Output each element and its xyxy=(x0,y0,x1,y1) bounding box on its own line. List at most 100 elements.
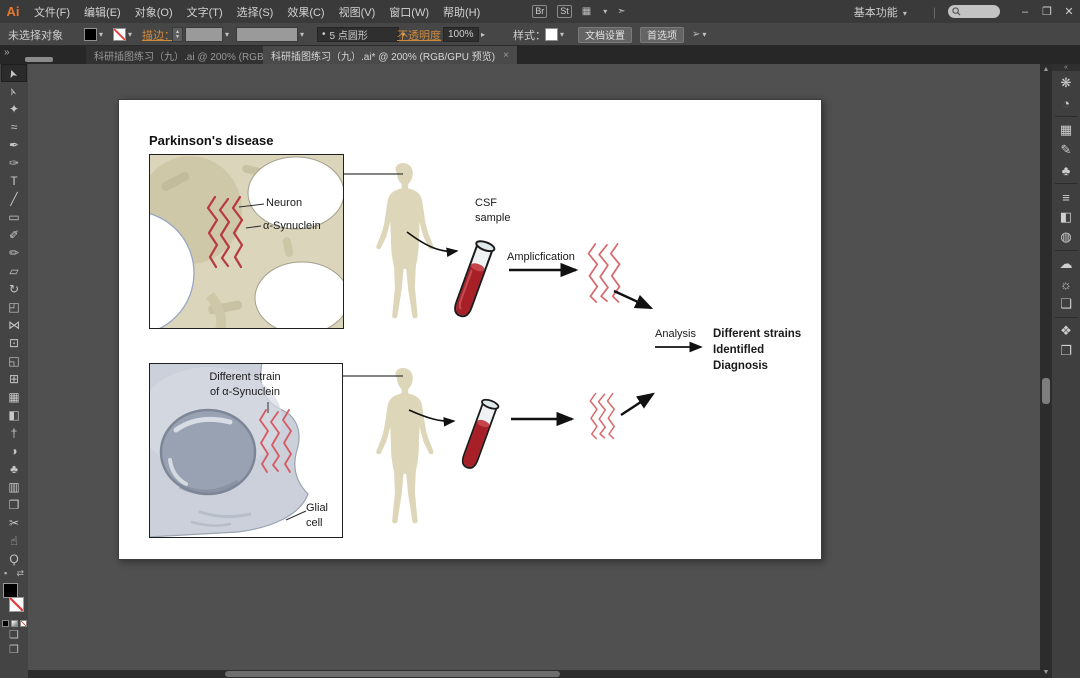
menu-item-5[interactable]: 效果(C) xyxy=(287,4,324,20)
document-tab-1[interactable]: 科研插图练习（九）.ai* @ 200% (RGB/GPU 预览) × xyxy=(263,46,518,64)
fill-indicator[interactable] xyxy=(3,583,18,598)
blend-tool[interactable]: ◑ xyxy=(1,442,27,460)
menu-item-1[interactable]: 编辑(E) xyxy=(84,4,121,20)
type-tool[interactable]: T xyxy=(1,172,27,190)
rectangle-tool[interactable]: ▭ xyxy=(1,208,27,226)
canvas[interactable]: Parkinson's disease Neuron α-Synuclein D… xyxy=(28,64,1040,678)
none-button[interactable] xyxy=(19,620,27,627)
opacity-link[interactable]: 不透明度 xyxy=(397,23,441,46)
swap-fill-stroke-icon[interactable]: ⇄ xyxy=(16,568,24,581)
illustrator-logo: Ai xyxy=(6,4,20,19)
lasso-tool[interactable]: ≈ xyxy=(1,118,27,136)
scroll-up-icon[interactable]: ▲ xyxy=(1040,66,1052,73)
stroke-link[interactable]: 描边： xyxy=(142,23,175,46)
shape-builder-tool[interactable]: ◱ xyxy=(1,352,27,370)
vertical-scrollbar[interactable]: ▲ ▼ xyxy=(1040,64,1052,678)
transparency-panel-icon[interactable]: ◍ xyxy=(1053,227,1079,247)
chevron-down-icon: ▾ xyxy=(560,30,565,39)
tab-overflow-icon[interactable]: » xyxy=(4,47,10,58)
fill-color-swatch[interactable]: ▾ xyxy=(84,23,103,46)
symbol-sprayer-tool[interactable]: ♣ xyxy=(1,460,27,478)
swatches-panel-icon[interactable]: ▦ xyxy=(1053,120,1079,140)
horizontal-scroll-thumb[interactable] xyxy=(225,671,560,677)
eyedropper-icon: † xyxy=(10,426,18,440)
workspace-switcher[interactable]: 基本功能 ▾ xyxy=(854,4,907,20)
color-panel-icon[interactable]: ❋ xyxy=(1053,73,1079,93)
artboard[interactable]: Parkinson's disease Neuron α-Synuclein D… xyxy=(118,99,822,560)
vertical-scroll-thumb[interactable] xyxy=(1042,378,1050,404)
gradient-panel-icon[interactable]: ◧ xyxy=(1053,207,1079,227)
close-button[interactable]: ✕ xyxy=(1058,5,1080,18)
minimize-button[interactable]: – xyxy=(1014,6,1036,18)
perspective-grid-tool[interactable]: ⊞ xyxy=(1,370,27,388)
width-tool[interactable]: ⋈ xyxy=(1,316,27,334)
eraser-tool[interactable]: ▱ xyxy=(1,262,27,280)
zoom-tool[interactable]: Ϙ xyxy=(1,550,27,568)
stroke-color-swatch[interactable]: ▾ xyxy=(113,23,132,46)
scale-tool[interactable]: ◰ xyxy=(1,298,27,316)
bridge-icon[interactable]: Br xyxy=(532,5,548,18)
restore-button[interactable]: ❐ xyxy=(1036,5,1058,18)
column-graph-tool[interactable]: ▥ xyxy=(1,478,27,496)
synuclein-fibrils xyxy=(589,392,615,440)
document-setup-button[interactable]: 文档设置 xyxy=(578,23,632,46)
brushes-panel-icon[interactable]: ✎ xyxy=(1053,140,1079,160)
gradient-tool[interactable]: ◧ xyxy=(1,406,27,424)
menu-item-0[interactable]: 文件(F) xyxy=(34,4,70,20)
draw-mode-button[interactable]: ❏ xyxy=(9,629,19,642)
menu-item-8[interactable]: 帮助(H) xyxy=(443,4,480,20)
gradient-button[interactable] xyxy=(10,620,18,627)
options-menu-icon[interactable]: ➢ ▾ xyxy=(692,23,706,46)
graphic-styles-panel-icon[interactable]: ❏ xyxy=(1053,294,1079,314)
menu-item-3[interactable]: 文字(T) xyxy=(187,4,223,20)
layers-panel-icon[interactable]: ❖ xyxy=(1053,321,1079,341)
hand-tool[interactable]: ☝ xyxy=(1,532,27,550)
neuron-illustration-box[interactable] xyxy=(149,154,344,329)
color-guide-panel-icon[interactable]: ◔ xyxy=(1053,93,1079,113)
screen-mode-button[interactable]: ❐ xyxy=(9,644,19,657)
color-button[interactable] xyxy=(1,620,9,627)
variable-width-profile[interactable]: ▾ xyxy=(236,23,304,46)
slice-tool[interactable]: ✂ xyxy=(1,514,27,532)
brush-definition[interactable]: • 5 点圆形 ▾ xyxy=(317,23,405,46)
preferences-button[interactable]: 首选项 xyxy=(640,23,684,46)
menu-item-7[interactable]: 窗口(W) xyxy=(389,4,429,20)
pencil-tool[interactable]: ✏ xyxy=(1,244,27,262)
magic-wand-tool[interactable]: ✦ xyxy=(1,100,27,118)
eyedropper-tool[interactable]: † xyxy=(1,424,27,442)
curvature-tool[interactable]: ✑ xyxy=(1,154,27,172)
search-input[interactable] xyxy=(948,5,1000,18)
selection-tool[interactable]: ➤ xyxy=(1,64,27,82)
menu-item-4[interactable]: 选择(S) xyxy=(237,4,274,20)
menu-item-6[interactable]: 视图(V) xyxy=(339,4,376,20)
stock-icon[interactable]: St xyxy=(557,5,572,18)
fill-stroke-indicator[interactable] xyxy=(1,581,27,617)
artboard-tool[interactable]: ❐ xyxy=(1,496,27,514)
style-swatch[interactable]: ▾ xyxy=(545,23,564,46)
menu-item-2[interactable]: 对象(O) xyxy=(135,4,173,20)
stroke-weight-stepper[interactable]: ▲ ▼ xyxy=(172,23,183,46)
opacity-field[interactable]: 100% ▸ xyxy=(443,23,485,46)
line-segment-tool[interactable]: ╱ xyxy=(1,190,27,208)
stroke-panel-icon[interactable]: ≡ xyxy=(1053,187,1079,207)
free-transform-tool[interactable]: ⊡ xyxy=(1,334,27,352)
symbols-panel-icon[interactable]: ♣ xyxy=(1053,160,1079,180)
stroke-indicator[interactable] xyxy=(9,597,24,612)
pen-tool[interactable]: ✒ xyxy=(1,136,27,154)
mesh-tool[interactable]: ▦ xyxy=(1,388,27,406)
tools-dock-grip[interactable] xyxy=(25,57,53,62)
share-icon[interactable]: ➣ xyxy=(617,6,625,17)
direct-selection-tool[interactable]: ➢ xyxy=(1,82,27,100)
rotate-tool[interactable]: ↻ xyxy=(1,280,27,298)
close-tab-icon[interactable]: × xyxy=(503,50,509,61)
libraries-panel-icon[interactable]: ☁ xyxy=(1053,254,1079,274)
expand-panels-icon[interactable]: « xyxy=(1052,64,1080,71)
stroke-weight-field[interactable]: ▾ xyxy=(185,23,229,46)
scroll-down-icon[interactable]: ▼ xyxy=(1040,669,1052,676)
appearance-panel-icon[interactable]: ☼ xyxy=(1053,274,1079,294)
workspace-layout-icon[interactable]: ▦ xyxy=(582,6,591,17)
default-fill-stroke-icon[interactable]: ▪ xyxy=(4,568,7,581)
paintbrush-tool[interactable]: ✐ xyxy=(1,226,27,244)
artboards-panel-icon[interactable]: ❐ xyxy=(1053,341,1079,361)
horizontal-scrollbar[interactable] xyxy=(28,670,1040,678)
